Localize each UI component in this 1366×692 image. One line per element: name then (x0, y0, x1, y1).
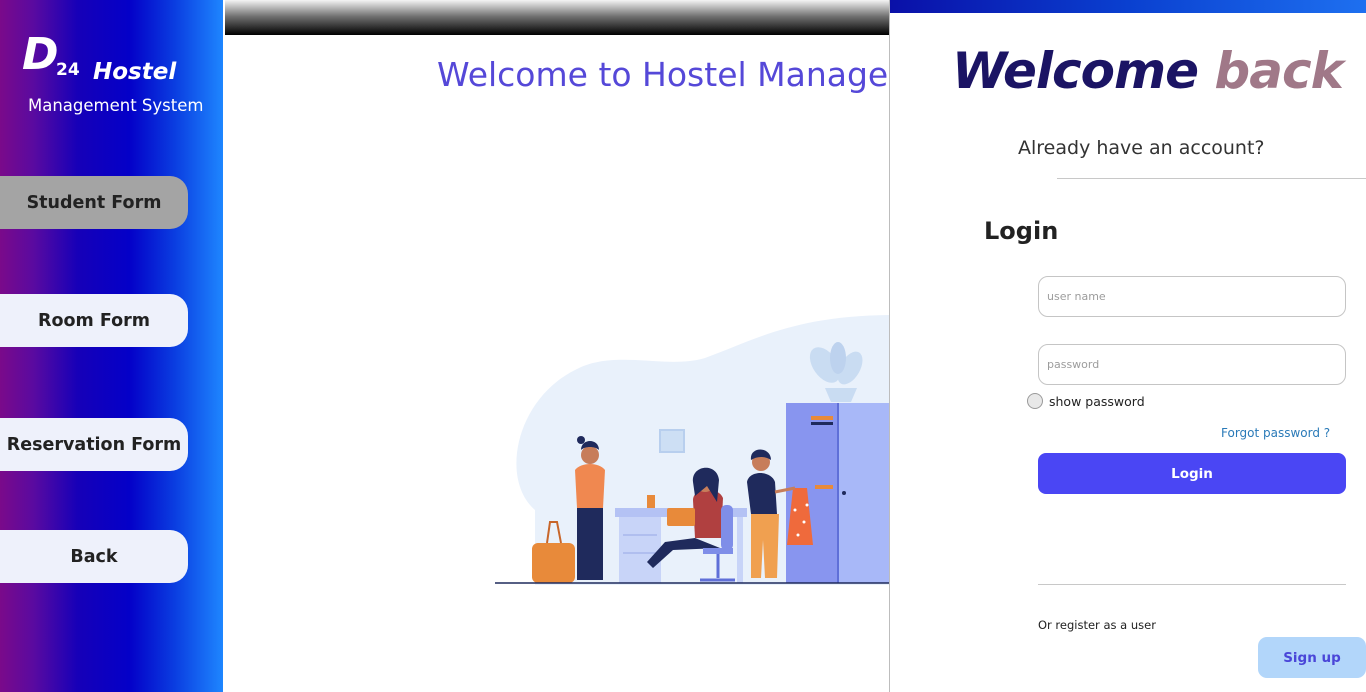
logo-name: Hostel (93, 59, 177, 85)
password-input[interactable] (1038, 344, 1346, 385)
show-password-label[interactable]: show password (1049, 394, 1145, 409)
welcome-back-heading: Welcome back (952, 42, 1344, 100)
welcome-title: Welcome to Hostel Manage (437, 55, 889, 94)
welcome-back-part1: Welcome (952, 42, 1215, 100)
back-button[interactable]: Back (0, 530, 188, 583)
app-window: D 24 Hostel Management System Student Fo… (0, 0, 1366, 692)
logo-number: 24 (56, 60, 80, 80)
username-input[interactable] (1038, 276, 1346, 317)
show-password-checkbox[interactable] (1027, 393, 1043, 409)
sidebar: D 24 Hostel Management System Student Fo… (0, 0, 223, 692)
room-form-button[interactable]: Room Form (0, 294, 188, 347)
register-text: Or register as a user (1038, 618, 1156, 632)
panel-header-bar (890, 0, 1366, 13)
top-bar (225, 0, 889, 35)
login-panel: Welcome back Already have an account? Lo… (889, 0, 1366, 692)
reservation-form-button[interactable]: Reservation Form (0, 418, 188, 471)
divider (1038, 584, 1346, 585)
divider (1057, 178, 1366, 179)
logo-letter: D (22, 29, 59, 80)
already-have-account-text: Already have an account? (1018, 137, 1265, 159)
login-heading: Login (984, 217, 1059, 245)
welcome-back-part2: back (1214, 42, 1343, 100)
app-logo: D 24 Hostel Management System (22, 30, 212, 125)
student-form-button[interactable]: Student Form (0, 176, 188, 229)
login-button[interactable]: Login (1038, 453, 1346, 494)
welcome-area: Welcome to Hostel Manage (225, 35, 889, 692)
hostel-illustration (495, 315, 889, 585)
signup-button[interactable]: Sign up (1258, 637, 1366, 678)
forgot-password-link[interactable]: Forgot password ? (1221, 426, 1330, 440)
logo-subtitle: Management System (28, 96, 204, 115)
